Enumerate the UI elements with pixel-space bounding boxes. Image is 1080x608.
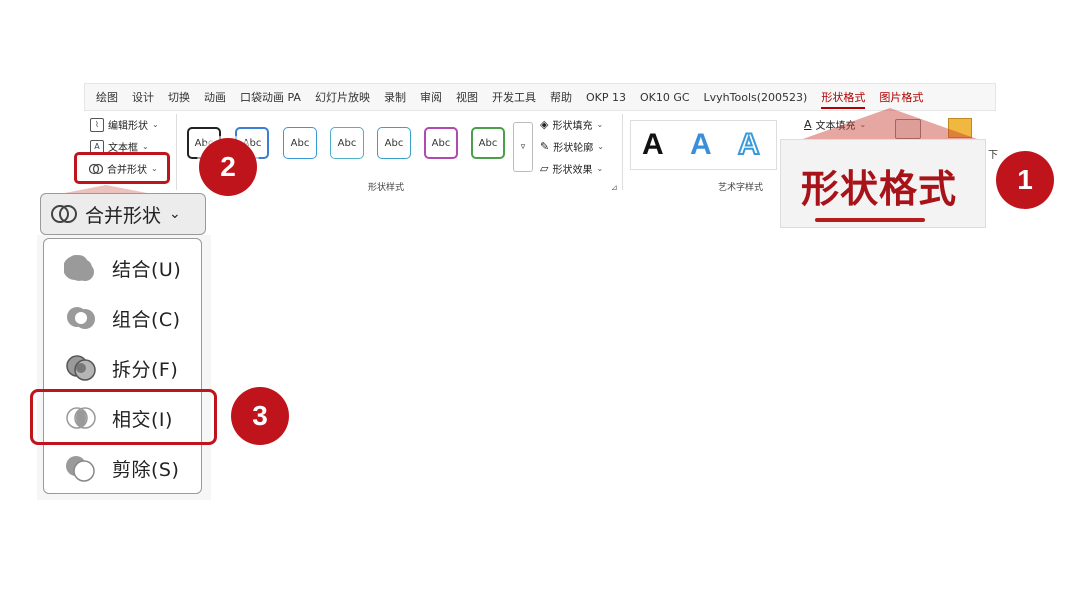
- merge-shapes-highlight: [74, 152, 170, 184]
- tab-developer[interactable]: 开发工具: [492, 89, 536, 109]
- expand-icon: ▿: [520, 142, 526, 152]
- chevron-down-icon: ⌄: [596, 164, 604, 173]
- chevron-down-icon: ⌄: [152, 120, 159, 129]
- wordart-style-outline[interactable]: A: [737, 127, 761, 162]
- combine-icon: [67, 307, 95, 329]
- union-icon: [64, 255, 94, 281]
- step-badge-3: 3: [231, 387, 289, 445]
- chevron-down-icon: ⌄: [597, 142, 604, 151]
- ribbon-divider: [176, 114, 177, 190]
- merge-shapes-menu-label: 合并形状: [85, 204, 162, 227]
- shape-style-3[interactable]: Abc: [283, 127, 317, 159]
- shape-style-5[interactable]: Abc: [377, 127, 411, 159]
- callout-title: 形状格式: [801, 167, 958, 211]
- menu-item-label: 结合(U): [112, 258, 182, 281]
- menu-item-union[interactable]: 结合(U): [64, 251, 181, 285]
- merge-shapes-menu: 结合(U) 组合(C) 拆分(F) 相交(I) 剪除(S): [43, 238, 202, 494]
- tab-draw[interactable]: 绘图: [96, 89, 118, 109]
- tab-animations[interactable]: 动画: [204, 89, 226, 109]
- step-badge-1: 1: [996, 151, 1054, 209]
- shape-styles-more-button[interactable]: ▿: [513, 122, 533, 172]
- chevron-down-icon: ⌄: [596, 120, 604, 129]
- wordart-group-label: 艺术字样式: [718, 183, 764, 193]
- pen-icon: ✎: [540, 140, 550, 153]
- intersect-highlight: [30, 389, 217, 445]
- shape-style-6[interactable]: Abc: [424, 127, 458, 159]
- merge-shapes-menu-button[interactable]: 合并形状 ⌄: [40, 193, 206, 235]
- tab-okp[interactable]: OKP 13: [586, 89, 626, 109]
- tab-view[interactable]: 视图: [456, 89, 478, 109]
- tab-shape-format[interactable]: 形状格式: [821, 89, 866, 109]
- tab-slideshow[interactable]: 幻灯片放映: [315, 89, 370, 109]
- tab-pocket-animation[interactable]: 口袋动画 PA: [240, 89, 301, 109]
- merge-shapes-icon: [51, 205, 77, 223]
- shape-outline-button[interactable]: ✎ 形状轮廓 ⌄: [540, 139, 604, 154]
- subtract-icon: [66, 456, 95, 482]
- menu-item-combine[interactable]: 组合(C): [64, 301, 181, 335]
- shape-effects-label: 形状效果: [552, 165, 593, 176]
- edit-shape-button[interactable]: ⌇ 编辑形状 ⌄: [90, 117, 159, 132]
- tab-transitions[interactable]: 切换: [168, 89, 190, 109]
- shape-fill-label: 形状填充: [552, 121, 593, 132]
- tab-lvyhtools[interactable]: LvyhTools(200523): [704, 89, 808, 109]
- menu-item-label: 剪除(S): [112, 458, 180, 481]
- menu-item-fragment[interactable]: 拆分(F): [64, 351, 178, 385]
- step-badge-2: 2: [199, 138, 257, 196]
- tab-design[interactable]: 设计: [132, 89, 154, 109]
- menu-item-label: 拆分(F): [112, 358, 179, 381]
- tab-ok10[interactable]: OK10 GC: [640, 89, 690, 109]
- callout-pointer: [800, 108, 980, 140]
- fragment-icon: [66, 355, 96, 381]
- shape-styles-group-label: 形状样式: [368, 183, 405, 193]
- shape-style-sample: Abc: [337, 137, 357, 149]
- tab-help[interactable]: 帮助: [550, 89, 572, 109]
- paint-bucket-icon: ◈: [540, 118, 549, 131]
- tab-review[interactable]: 审阅: [420, 89, 442, 109]
- wordart-style-black[interactable]: A: [642, 128, 664, 162]
- shape-style-sample: Abc: [478, 137, 498, 149]
- shape-style-sample: Abc: [384, 137, 404, 149]
- shape-style-4[interactable]: Abc: [330, 127, 364, 159]
- menu-item-label: 组合(C): [112, 308, 181, 331]
- chevron-down-icon: ⌄: [169, 206, 181, 222]
- shape-style-7[interactable]: Abc: [471, 127, 505, 159]
- tab-picture-format[interactable]: 图片格式: [879, 89, 923, 109]
- send-backward-label: 下: [988, 150, 998, 161]
- shape-style-sample: Abc: [290, 137, 310, 149]
- ribbon-divider: [622, 114, 623, 190]
- wordart-style-blue[interactable]: A: [690, 128, 712, 162]
- shape-style-sample: Abc: [431, 137, 451, 149]
- shape-fill-button[interactable]: ◈ 形状填充 ⌄: [540, 117, 603, 132]
- tab-record[interactable]: 录制: [384, 89, 406, 109]
- shape-format-callout: 形状格式: [780, 139, 986, 228]
- ribbon-tabs: 绘图 设计 切换 动画 口袋动画 PA 幻灯片放映 录制 审阅 视图 开发工具 …: [96, 89, 937, 109]
- edit-shape-icon: ⌇: [90, 117, 104, 132]
- shape-effects-button[interactable]: ▱ 形状效果 ⌄: [540, 161, 603, 176]
- menu-item-subtract[interactable]: 剪除(S): [64, 451, 179, 485]
- chevron-down-icon: ⌄: [142, 142, 149, 151]
- shape-outline-label: 形状轮廓: [553, 143, 594, 154]
- dialog-launcher-icon[interactable]: ⊿: [611, 183, 618, 192]
- callout-underline: [815, 218, 925, 222]
- effects-icon: ▱: [540, 162, 549, 175]
- edit-shape-label: 编辑形状: [108, 121, 148, 132]
